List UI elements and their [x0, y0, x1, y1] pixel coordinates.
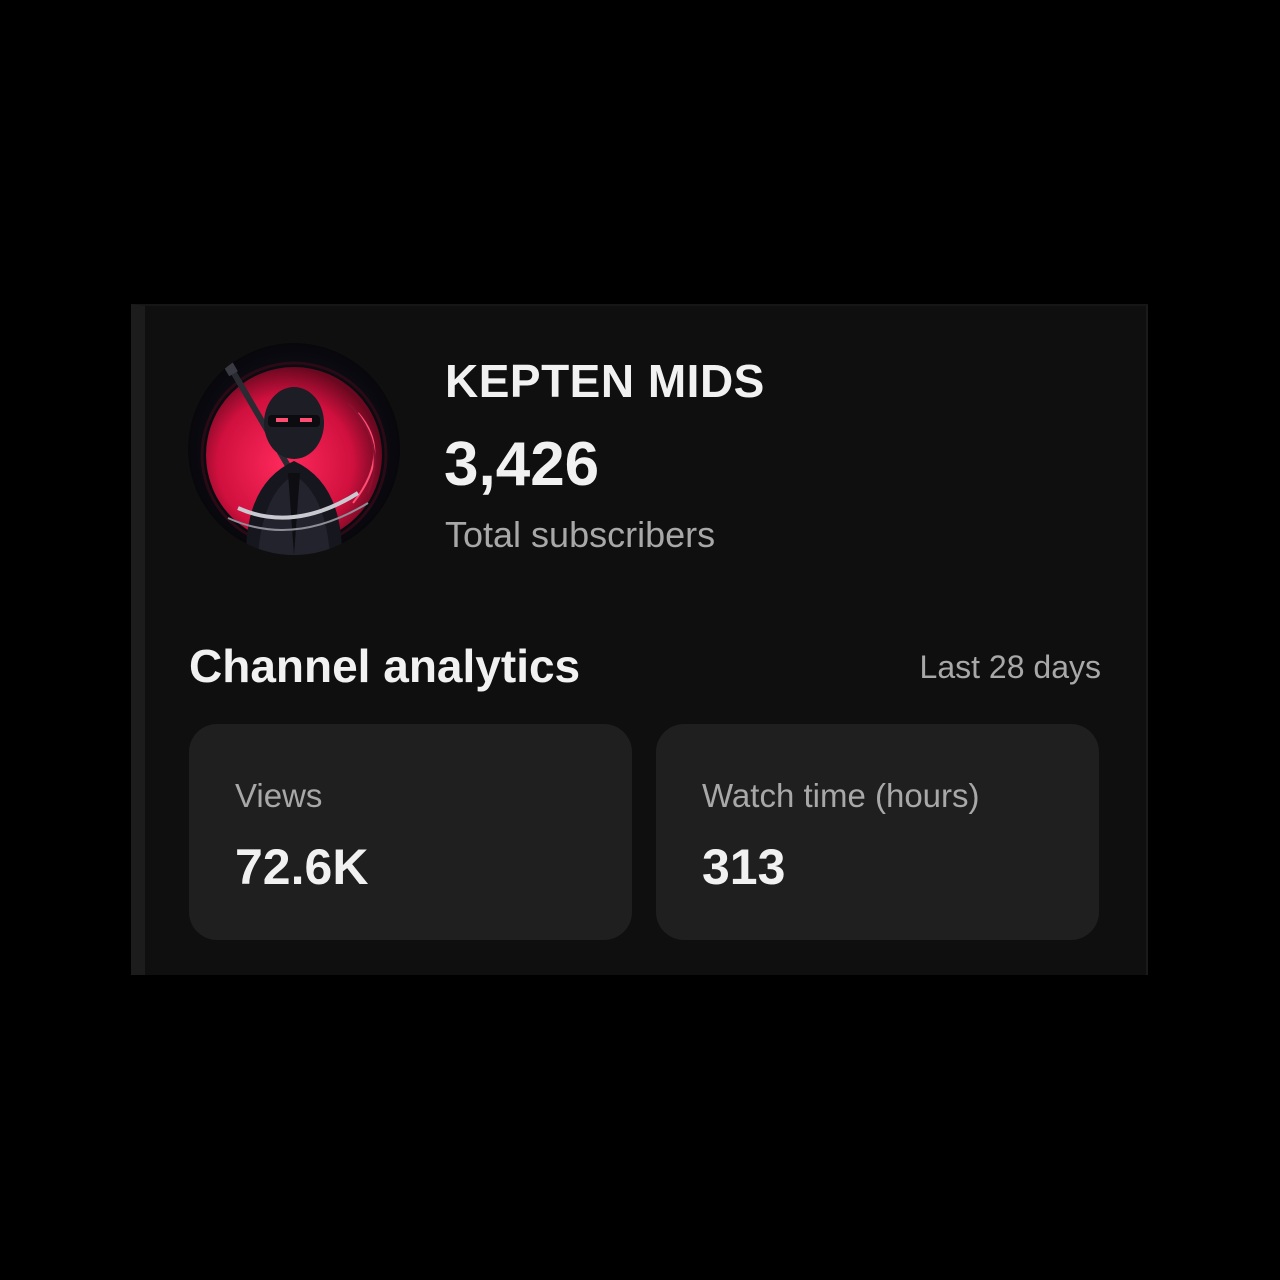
analytics-title: Channel analytics	[189, 640, 581, 692]
analytics-period: Last 28 days	[919, 649, 1101, 685]
views-value: 72.6K	[235, 839, 369, 895]
subscriber-label: Total subscribers	[445, 514, 716, 555]
channel-name[interactable]: KEPTEN MIDS	[445, 354, 765, 408]
views-label: Views	[235, 777, 323, 814]
channel-avatar[interactable]	[188, 343, 400, 555]
ninja-avatar-icon	[188, 343, 400, 555]
subscriber-count: 3,426	[444, 430, 600, 499]
views-metric-card[interactable]: Views 72.6K	[189, 724, 632, 940]
watch-time-metric-card[interactable]: Watch time (hours) 313	[656, 724, 1099, 940]
channel-card: KEPTEN MIDS 3,426 Total subscribers Chan…	[131, 304, 1148, 975]
watch-time-value: 313	[702, 839, 786, 895]
watch-time-label: Watch time (hours)	[702, 777, 980, 814]
